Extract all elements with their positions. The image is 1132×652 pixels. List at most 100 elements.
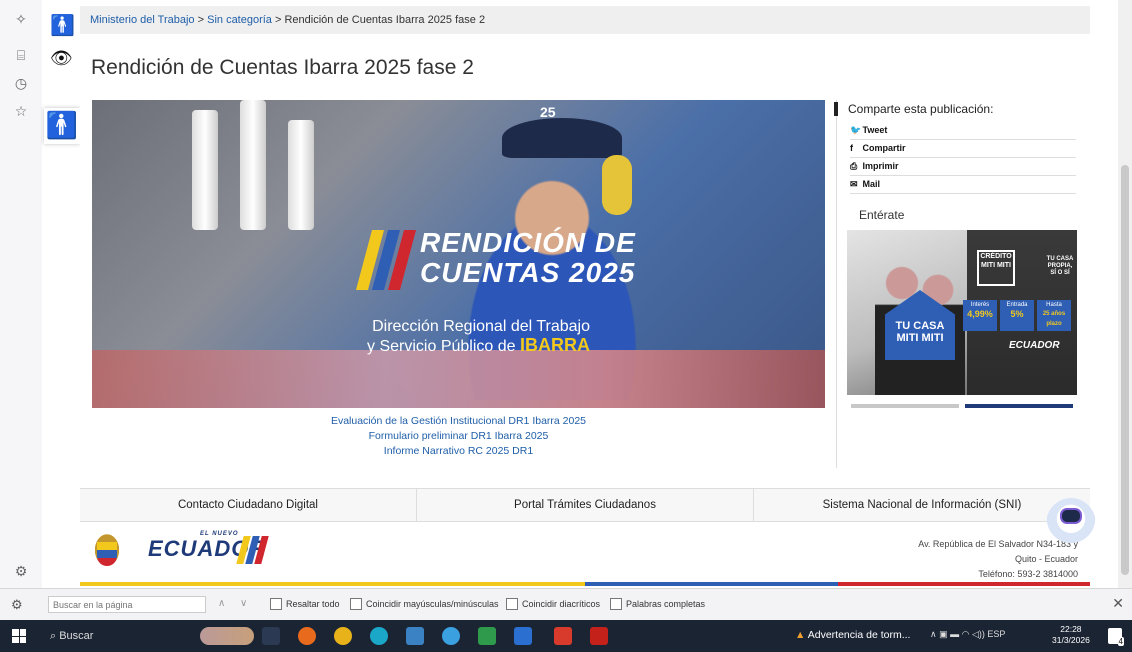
worker-cap xyxy=(502,118,622,158)
fabric-area xyxy=(92,350,825,408)
accessibility-toolbar: 🚹 👁 🚹 xyxy=(42,0,80,588)
search-label: Buscar xyxy=(59,630,94,642)
footer-address: Av. República de El Salvador N34-183 y Q… xyxy=(778,537,1078,582)
find-next-icon[interactable]: ∨ xyxy=(240,598,247,609)
windows-start-icon[interactable] xyxy=(12,629,26,643)
windows-taskbar: ⌕ Buscar ▲ Advertencia de torm... ∧ ▣ ▬ … xyxy=(0,620,1132,652)
page-title: Rendición de Cuentas Ibarra 2025 fase 2 xyxy=(91,56,474,79)
task-view-icon[interactable] xyxy=(262,627,280,645)
option-label: Coincidir mayúsculas/minúsculas xyxy=(366,599,499,609)
ad-tagline: TU CASA PROPIA, SÍ O SÍ xyxy=(1046,256,1074,276)
excel-icon[interactable] xyxy=(478,627,496,645)
footer-link-contacto[interactable]: Contacto Ciudadano Digital xyxy=(80,489,416,521)
hero-subtitle-line1: Dirección Regional del Trabajo xyxy=(372,318,590,335)
doc-link-evaluacion[interactable]: Evaluación de la Gestión Institucional D… xyxy=(92,414,825,429)
facebook-icon: f xyxy=(850,143,853,153)
eye-icon[interactable]: 👁 xyxy=(50,48,73,70)
taskbar-search[interactable]: ⌕ Buscar xyxy=(38,620,200,652)
share-tweet-button[interactable]: 🐦 Tweet xyxy=(850,122,1076,140)
breadcrumb-category-link[interactable]: Sin categoría xyxy=(207,14,272,26)
share-facebook-button[interactable]: f Compartir xyxy=(850,140,1076,158)
hero-banner-image: RENDICIÓN DE CUENTAS 2025 Dirección Regi… xyxy=(92,100,825,408)
scrollbar-thumb[interactable] xyxy=(1121,165,1129,575)
print-icon: ⎙ xyxy=(850,161,858,171)
footer-link-portal[interactable]: Portal Trámites Ciudadanos xyxy=(416,489,753,521)
notification-icon[interactable]: 4 xyxy=(1108,628,1124,646)
acrobat-icon[interactable] xyxy=(590,627,608,645)
breadcrumb-home-link[interactable]: Ministerio del Trabajo xyxy=(90,14,195,26)
share-label: Compartir xyxy=(862,143,906,153)
chatbot-assistant-icon[interactable] xyxy=(1046,498,1096,550)
document-links: Evaluación de la Gestión Institucional D… xyxy=(92,414,825,459)
checkbox[interactable] xyxy=(506,598,518,610)
hero-title-year: 2025 xyxy=(569,257,636,288)
option-label: Coincidir diacríticos xyxy=(522,599,601,609)
doc-link-informe[interactable]: Informe Narrativo RC 2025 DR1 xyxy=(92,444,825,459)
page-scrollbar[interactable] xyxy=(1118,0,1132,588)
chrome-icon[interactable] xyxy=(334,627,352,645)
twitter-icon: 🐦 xyxy=(850,125,862,135)
date: 31/3/2026 xyxy=(1052,635,1090,645)
share-mail-button[interactable]: ✉ Mail xyxy=(850,176,1076,194)
share-label: Imprimir xyxy=(862,161,899,171)
sparkle-icon[interactable]: ✧ xyxy=(11,10,31,30)
thread-spool xyxy=(192,110,218,230)
doc-link-formulario[interactable]: Formulario preliminar DR1 Ibarra 2025 xyxy=(92,429,825,444)
history-icon[interactable]: ◷ xyxy=(11,74,31,94)
option-mayusculas[interactable]: Coincidir mayúsculas/minúsculas xyxy=(350,598,499,610)
accessibility-person-large-icon[interactable]: 🚹 xyxy=(44,108,80,144)
phone-line: Teléfono: 593-2 3814000 xyxy=(978,569,1078,579)
pill-value: 4,99% xyxy=(967,309,993,319)
hero-subtitle: Dirección Regional del Trabajo y Servici… xyxy=(350,318,590,356)
share-print-button[interactable]: ⎙ Imprimir xyxy=(850,158,1076,176)
share-label: Tweet xyxy=(862,125,888,135)
app-icon[interactable] xyxy=(442,627,460,645)
option-palabras-completas[interactable]: Palabras completas xyxy=(610,598,705,610)
checkbox[interactable] xyxy=(350,598,362,610)
ad-pill-plazo: Hasta 25 años plazo xyxy=(1037,300,1071,331)
hero-subtitle-city: IBARRA xyxy=(520,335,590,355)
find-input[interactable] xyxy=(48,596,206,613)
slider-dot-1[interactable] xyxy=(851,404,959,408)
browser-sidebar: ✧ ⌸ ◷ ☆ ⚙ xyxy=(0,0,43,588)
housing-ad-banner[interactable]: TU CASA MITI MITI CRÉDITO MITI MITI TU C… xyxy=(847,230,1077,395)
footer-link-sni[interactable]: Sistema Nacional de Información (SNI) xyxy=(753,489,1090,521)
translate-icon[interactable]: ⌸ xyxy=(11,46,31,66)
ad-pill-entrada: Entrada 5% xyxy=(1000,300,1034,331)
gear-icon[interactable]: ⚙ xyxy=(11,562,31,582)
weather-warning[interactable]: ▲ Advertencia de torm... xyxy=(795,629,910,641)
option-diacriticos[interactable]: Coincidir diacríticos xyxy=(506,598,600,610)
time: 22:28 xyxy=(1060,624,1082,634)
widgets-icon[interactable] xyxy=(200,627,254,645)
taskbar-clock[interactable]: 22:28 31/3/2026 xyxy=(1052,624,1090,646)
mail-icon: ✉ xyxy=(850,179,858,189)
breadcrumb-separator: > xyxy=(271,14,285,26)
ad-house-text: TU CASA MITI MITI xyxy=(895,320,945,344)
thread-spool xyxy=(288,120,314,230)
accessibility-person-icon[interactable]: 🚹 xyxy=(50,14,75,36)
city-line: Quito - Ecuador xyxy=(1014,554,1078,564)
find-previous-icon[interactable]: ∧ xyxy=(218,598,225,609)
pdf-app-icon[interactable] xyxy=(554,627,572,645)
checkbox[interactable] xyxy=(610,598,622,610)
thread-spool xyxy=(240,100,266,230)
close-icon[interactable]: ✕ xyxy=(1112,595,1124,612)
tricolor-stripes-logo xyxy=(354,230,417,290)
slider-dot-2-active[interactable] xyxy=(965,404,1073,408)
warning-text: Advertencia de torm... xyxy=(807,629,911,641)
gear-icon[interactable]: ⚙ xyxy=(11,597,23,613)
ad-brand: ECUADOR xyxy=(1009,340,1060,351)
checkbox[interactable] xyxy=(270,598,282,610)
enterate-heading: Entérate xyxy=(859,208,905,222)
option-label: Palabras completas xyxy=(626,599,706,609)
firefox-icon[interactable] xyxy=(298,627,316,645)
pill-value: 5% xyxy=(1010,309,1024,319)
favorites-star-icon[interactable]: ☆ xyxy=(11,102,31,122)
edge-icon[interactable] xyxy=(370,627,388,645)
ad-pills: Interés 4,99% Entrada 5% Hasta 25 años plaz… xyxy=(963,300,1071,331)
hero-title: RENDICIÓN DE CUENTAS 2025 xyxy=(420,228,636,288)
file-explorer-icon[interactable] xyxy=(406,627,424,645)
store-icon[interactable] xyxy=(514,627,532,645)
option-resaltar-todo[interactable]: Resaltar todo xyxy=(270,598,340,610)
system-tray[interactable]: ∧ ▣ ▬ ◠ ◁)) ESP xyxy=(930,629,1005,640)
